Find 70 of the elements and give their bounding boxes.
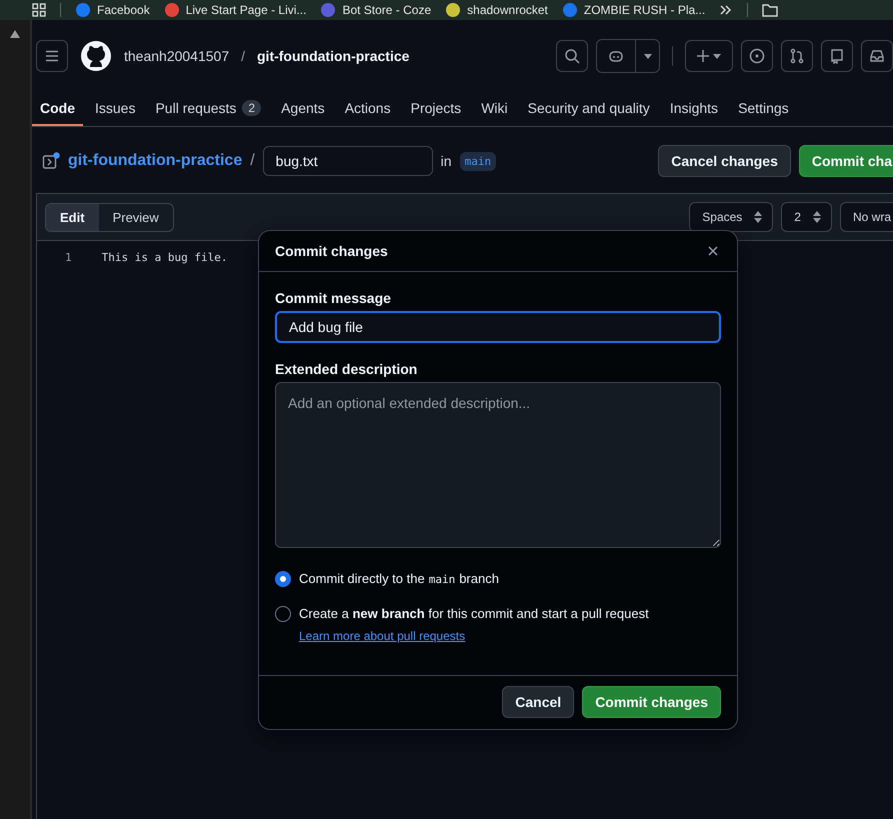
folder-icon[interactable]: [762, 3, 778, 17]
repo-tab[interactable]: Security and quality: [520, 92, 658, 126]
repo-tab[interactable]: Actions: [336, 92, 399, 126]
sort-arrows-icon: [812, 211, 821, 223]
create-new-button[interactable]: [685, 40, 733, 72]
repo-tab[interactable]: Wiki: [473, 92, 516, 126]
bookmark[interactable]: ZOMBIE RUSH - Pla...: [562, 2, 706, 18]
inbox-icon: [869, 48, 885, 64]
indent-size-select[interactable]: 2: [781, 202, 832, 232]
branch-tag: main: [460, 152, 496, 170]
file-tree-icon[interactable]: [42, 152, 60, 170]
bookmark[interactable]: Facebook: [75, 2, 150, 18]
in-label: in: [440, 153, 452, 169]
repo-tab[interactable]: Pull requests 2: [147, 92, 270, 126]
owner-link[interactable]: theanh20041507: [124, 48, 230, 64]
repo-tab[interactable]: Code: [32, 92, 83, 126]
menu-icon: [44, 48, 60, 64]
commit-message-field[interactable]: Add bug file: [275, 310, 721, 343]
path-separator: /: [241, 48, 245, 64]
chevrons-icon[interactable]: [719, 4, 734, 16]
path-separator: /: [250, 152, 255, 170]
wrap-mode-select[interactable]: No wra: [840, 202, 893, 232]
bookmark[interactable]: Bot Store - Coze: [320, 2, 432, 18]
plus-icon: [697, 50, 709, 62]
apps-icon[interactable]: [32, 3, 46, 17]
count-badge: 2: [242, 100, 262, 116]
code-line: This is a bug file.: [102, 251, 228, 264]
octocat-logo-icon[interactable]: [80, 40, 112, 72]
repo-link[interactable]: git-foundation-practice: [257, 48, 410, 64]
issues-button[interactable]: [741, 40, 773, 72]
field-label: Commit message: [275, 290, 392, 306]
caret-icon: [644, 54, 652, 58]
filename-field[interactable]: bug.txt: [262, 146, 433, 176]
inbox-button[interactable]: [861, 40, 893, 72]
option-label: Commit directly to the main branch: [299, 570, 499, 588]
pull-requests-button[interactable]: [781, 40, 813, 72]
option-label: Create a new branch for this commit and start a pull request Learn more about pull requests: [299, 604, 650, 645]
scroll-up-icon[interactable]: [10, 30, 20, 38]
menu-button[interactable]: [36, 40, 68, 72]
repo-link[interactable]: git-foundation-practice: [68, 152, 242, 170]
cancel-button[interactable]: Cancel: [502, 686, 574, 718]
line-number: 1: [65, 251, 72, 264]
search-button[interactable]: [556, 40, 588, 72]
radio-button[interactable]: [275, 570, 291, 587]
radio-button[interactable]: [275, 606, 291, 622]
mode-tab[interactable]: Preview: [98, 204, 173, 230]
bookmark[interactable]: Live Start Page - Livi...: [164, 2, 306, 18]
dialog-title: Commit changes: [275, 242, 388, 259]
learn-more-link[interactable]: Learn more about pull requests: [299, 628, 466, 643]
description-field[interactable]: Add an optional extended description...: [275, 382, 721, 548]
sort-arrows-icon: [754, 211, 762, 223]
issue-circle-icon: [749, 48, 765, 64]
book-icon: [829, 48, 845, 64]
repositories-button[interactable]: [821, 40, 853, 72]
close-icon[interactable]: [707, 244, 719, 257]
bookmark[interactable]: shadownrocket: [445, 2, 548, 18]
caret-icon: [713, 54, 721, 58]
pull-request-icon: [789, 48, 805, 64]
commit-changes-button[interactable]: Commit changes: [582, 686, 721, 718]
repo-tab[interactable]: Agents: [273, 92, 333, 126]
repo-tab[interactable]: Projects: [402, 92, 470, 126]
commit-changes-button[interactable]: Commit cha: [798, 145, 893, 177]
repo-tab[interactable]: Settings: [730, 92, 797, 126]
search-icon: [564, 48, 580, 64]
mode-tab[interactable]: Edit: [46, 204, 99, 230]
field-label: Extended description: [275, 360, 418, 377]
repo-tab[interactable]: Issues: [87, 92, 144, 126]
indent-mode-select[interactable]: Spaces: [689, 202, 774, 232]
cancel-changes-button[interactable]: Cancel changes: [658, 145, 791, 177]
repo-tab[interactable]: Insights: [662, 92, 726, 126]
